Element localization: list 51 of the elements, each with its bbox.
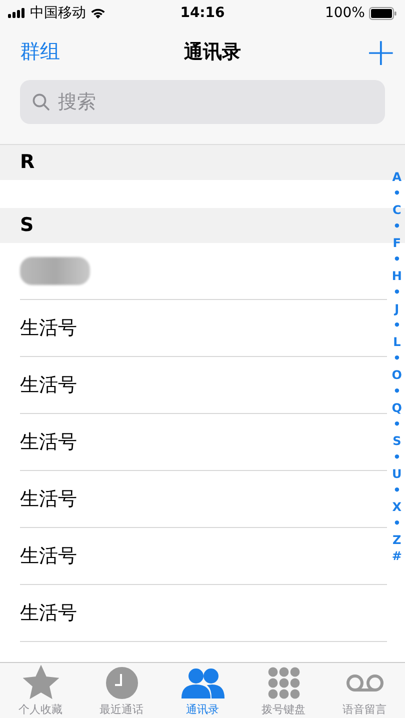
contacts-icon xyxy=(180,667,224,699)
tab[interactable]: 个人收藏 xyxy=(0,662,81,718)
index-letter[interactable]: # xyxy=(392,548,402,565)
tab[interactable]: 拨号键盘 xyxy=(243,662,324,718)
index-letter[interactable]: • xyxy=(393,449,401,466)
index-letter[interactable]: • xyxy=(393,350,401,367)
contact-name[interactable]: 生活号 xyxy=(20,486,77,512)
wifi-icon xyxy=(90,7,106,20)
index-letter[interactable]: J xyxy=(394,300,400,318)
index-letter[interactable]: Z xyxy=(392,532,402,548)
search-field[interactable]: 搜索 xyxy=(20,80,385,124)
index-letter[interactable]: H xyxy=(392,268,402,284)
index-letter[interactable]: U xyxy=(392,466,402,482)
index-letter[interactable]: • xyxy=(393,515,401,532)
index-letter[interactable]: • xyxy=(393,383,401,400)
contact-name[interactable]: 生活号 xyxy=(20,428,77,455)
status-time: 14:16 xyxy=(180,5,225,22)
contact-name[interactable]: 生活号 xyxy=(20,600,77,626)
index-letter[interactable]: O xyxy=(392,366,402,384)
index-letter[interactable]: X xyxy=(392,498,402,516)
search-icon xyxy=(32,93,50,112)
index-letter[interactable]: Q xyxy=(392,400,402,416)
carrier-name: 中国移动 xyxy=(30,4,86,22)
index-letter[interactable]: S xyxy=(392,432,402,450)
signal-icon xyxy=(8,8,26,18)
tab[interactable]: 通讯录 xyxy=(162,662,243,718)
add-button[interactable]: + xyxy=(365,32,391,71)
battery-percent: 100% xyxy=(324,5,365,22)
page-title: 通讯录 xyxy=(184,40,241,65)
star-icon xyxy=(22,665,58,699)
index-letter[interactable]: • xyxy=(393,251,401,268)
keypad-icon xyxy=(268,667,300,699)
index-letter[interactable]: F xyxy=(392,234,401,252)
tab[interactable]: 最近通话 xyxy=(81,662,162,718)
index-letter[interactable]: • xyxy=(393,185,401,202)
tab[interactable]: 语音留言 xyxy=(324,662,405,718)
index-letter[interactable]: • xyxy=(393,482,401,499)
index-letter[interactable]: • xyxy=(393,218,401,235)
groups-button[interactable]: 群组 xyxy=(20,38,60,66)
index-letter[interactable]: • xyxy=(393,284,401,301)
index-letter[interactable]: A xyxy=(392,168,402,186)
index-letter[interactable]: • xyxy=(393,317,401,334)
index-letter[interactable]: L xyxy=(393,334,401,350)
contact-name[interactable]: 生活号 xyxy=(20,314,77,341)
battery-icon xyxy=(368,6,397,20)
clock-icon xyxy=(106,667,138,699)
index-letter[interactable]: C xyxy=(392,202,402,218)
index-letter[interactable]: • xyxy=(393,416,401,433)
contact-name[interactable]: 生活号 xyxy=(20,372,77,398)
contact-name[interactable]: 生活号 xyxy=(20,542,77,569)
blurred-name xyxy=(20,256,90,285)
